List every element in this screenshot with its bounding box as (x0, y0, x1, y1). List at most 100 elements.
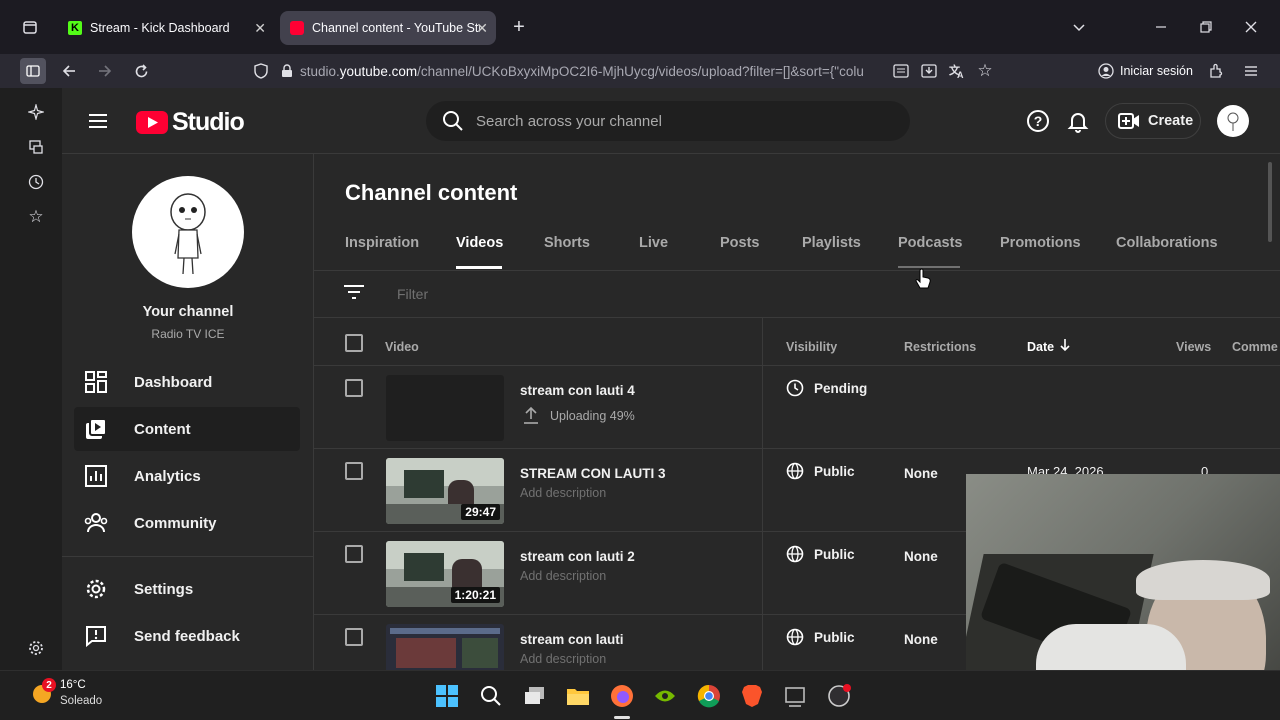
tab-kick-dashboard[interactable]: K Stream - Kick Dashboard ✕ (58, 11, 274, 45)
video-title[interactable]: stream con lauti (520, 632, 624, 647)
firefox-icon[interactable] (609, 683, 635, 709)
tab-youtube-studio[interactable]: Channel content - YouTube Stu ✕ (280, 11, 496, 45)
filter-input[interactable]: Filter (397, 286, 428, 302)
translate-icon[interactable]: 文A (944, 58, 970, 84)
customize-sidebar-gear-icon[interactable] (23, 635, 49, 661)
hamburger-menu-icon[interactable] (86, 109, 110, 133)
filter-icon[interactable] (344, 284, 364, 305)
synced-tabs-icon[interactable] (23, 134, 49, 160)
video-thumbnail-placeholder[interactable] (386, 375, 504, 441)
history-icon[interactable] (23, 169, 49, 195)
tab-podcasts[interactable]: Podcasts (898, 235, 962, 251)
add-description-link[interactable]: Add description (520, 652, 606, 666)
tab-close-icon[interactable]: ✕ (254, 20, 266, 37)
sidebar-item-send-feedback[interactable]: Send feedback (74, 614, 300, 658)
column-views[interactable]: Views (1176, 340, 1211, 354)
column-date[interactable]: Date (1027, 340, 1054, 354)
bookmark-star-icon[interactable]: ☆ (972, 58, 998, 84)
studio-logo[interactable]: Studio (136, 108, 245, 137)
sidebar-toggle-icon[interactable] (20, 58, 46, 84)
ai-chatbot-icon[interactable] (23, 99, 49, 125)
row-checkbox[interactable] (345, 628, 363, 646)
tab-promotions[interactable]: Promotions (1000, 235, 1081, 251)
sidebar-item-settings[interactable]: Settings (74, 567, 300, 611)
windows-start-icon[interactable] (434, 683, 460, 709)
reload-icon[interactable] (128, 58, 154, 84)
close-window-icon[interactable] (1238, 14, 1264, 40)
new-tab-icon[interactable]: + (506, 14, 532, 40)
visibility-public[interactable]: Public (786, 628, 855, 646)
file-explorer-icon[interactable] (565, 683, 591, 709)
visibility-pending[interactable]: Pending (786, 379, 867, 397)
sidebar-item-analytics[interactable]: Analytics (74, 454, 300, 498)
video-title[interactable]: STREAM CON LAUTI 3 (520, 466, 666, 481)
sort-down-arrow-icon[interactable] (1059, 338, 1071, 352)
restore-icon[interactable] (1193, 14, 1219, 40)
reader-view-icon[interactable] (888, 58, 914, 84)
channel-avatar[interactable] (132, 176, 244, 288)
app-icon[interactable] (782, 683, 808, 709)
tab-posts[interactable]: Posts (720, 235, 760, 251)
sidebar-item-content[interactable]: Content (74, 407, 300, 451)
visibility-public[interactable]: Public (786, 462, 855, 480)
chrome-icon[interactable] (696, 683, 722, 709)
sidebar-item-community[interactable]: Community (74, 501, 300, 545)
tab-shorts[interactable]: Shorts (544, 235, 590, 251)
row-checkbox[interactable] (345, 379, 363, 397)
app-menu-icon[interactable] (1238, 58, 1264, 84)
tab-inspiration[interactable]: Inspiration (345, 235, 419, 251)
table-row[interactable]: stream con lauti 4 Uploading 49% Pending (314, 366, 1280, 449)
tab-live[interactable]: Live (639, 235, 668, 251)
tab-overview-icon[interactable] (17, 14, 43, 40)
video-title[interactable]: stream con lauti 4 (520, 383, 635, 398)
url-bar[interactable]: studio. youtube.com/channel/UCKoBxyxiMpOC… (300, 57, 890, 85)
minimize-icon[interactable] (1148, 14, 1174, 40)
add-description-link[interactable]: Add description (520, 569, 606, 583)
page-scrollbar[interactable] (1268, 162, 1272, 242)
lock-icon[interactable] (274, 58, 300, 84)
obs-icon[interactable] (826, 683, 852, 709)
video-thumbnail[interactable]: 1:20:21 (386, 541, 504, 607)
list-tabs-chevron-icon[interactable] (1066, 14, 1092, 40)
notifications-bell-icon[interactable] (1066, 109, 1090, 138)
row-checkbox[interactable] (345, 545, 363, 563)
create-button[interactable]: Create (1105, 103, 1201, 139)
forward-arrow-icon[interactable] (92, 58, 118, 84)
weather-desc: Soleado (60, 695, 103, 707)
weather-widget[interactable]: 2 (30, 678, 56, 706)
community-icon (84, 511, 108, 535)
search-bar[interactable]: Search across your channel (426, 101, 910, 141)
tab-close-icon[interactable]: ✕ (476, 20, 488, 37)
video-thumbnail[interactable] (386, 624, 504, 670)
video-thumbnail[interactable]: 29:47 (386, 458, 504, 524)
column-restrictions[interactable]: Restrictions (904, 340, 976, 354)
tracking-shield-icon[interactable] (248, 58, 274, 84)
tabs-divider (314, 270, 1280, 271)
sidebar-item-dashboard[interactable]: Dashboard (74, 360, 300, 404)
task-view-icon[interactable] (522, 683, 548, 709)
extensions-icon[interactable] (1203, 58, 1229, 84)
svg-text:?: ? (1034, 113, 1043, 129)
column-comments[interactable]: Comme (1232, 340, 1278, 354)
visibility-label: Public (814, 546, 855, 562)
account-signin-button[interactable]: Iniciar sesión (1088, 57, 1196, 85)
tab-videos[interactable]: Videos (456, 235, 503, 251)
back-arrow-icon[interactable] (56, 58, 82, 84)
tab-playlists[interactable]: Playlists (802, 235, 861, 251)
taskbar-search-icon[interactable] (478, 683, 504, 709)
restrictions-value: None (904, 549, 938, 564)
help-icon[interactable]: ? (1026, 109, 1050, 138)
brave-icon[interactable] (739, 683, 765, 709)
account-avatar[interactable] (1217, 105, 1249, 137)
column-visibility[interactable]: Visibility (786, 340, 837, 354)
bookmarks-icon[interactable]: ☆ (23, 204, 49, 230)
tab-collaborations[interactable]: Collaborations (1116, 235, 1218, 251)
row-checkbox[interactable] (345, 462, 363, 480)
visibility-label: Public (814, 629, 855, 645)
video-title[interactable]: stream con lauti 2 (520, 549, 635, 564)
download-page-icon[interactable] (916, 58, 942, 84)
visibility-public[interactable]: Public (786, 545, 855, 563)
select-all-checkbox[interactable] (345, 334, 363, 352)
nvidia-icon[interactable] (652, 683, 678, 709)
add-description-link[interactable]: Add description (520, 486, 606, 500)
